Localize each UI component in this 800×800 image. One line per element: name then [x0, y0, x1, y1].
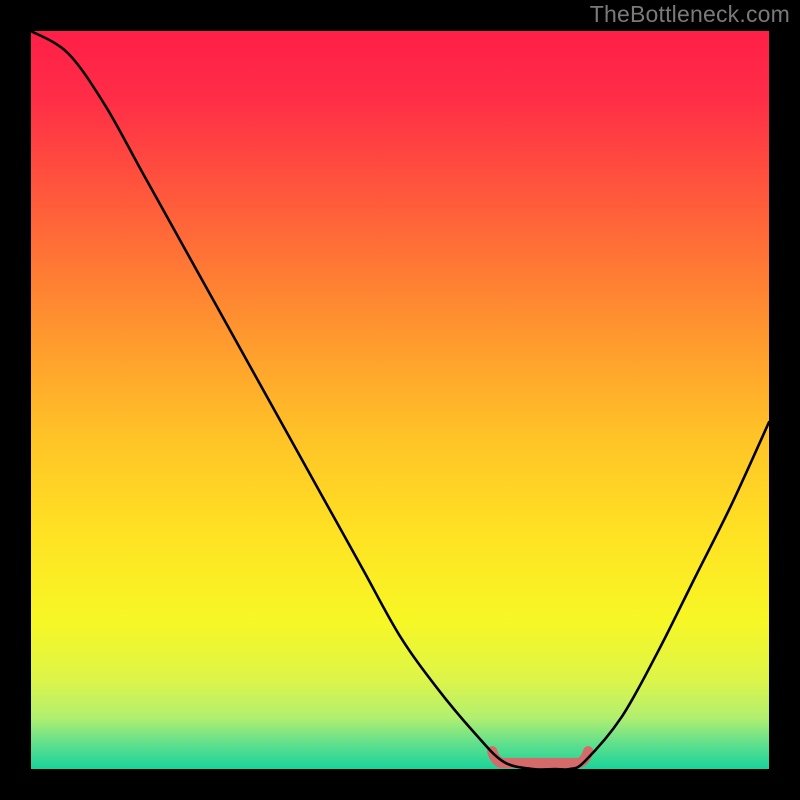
plot-area — [31, 31, 769, 769]
chart-root: TheBottleneck.com — [0, 0, 800, 800]
curve-layer — [31, 31, 769, 769]
watermark-text: TheBottleneck.com — [590, 1, 790, 28]
bottleneck-curve — [31, 31, 769, 769]
